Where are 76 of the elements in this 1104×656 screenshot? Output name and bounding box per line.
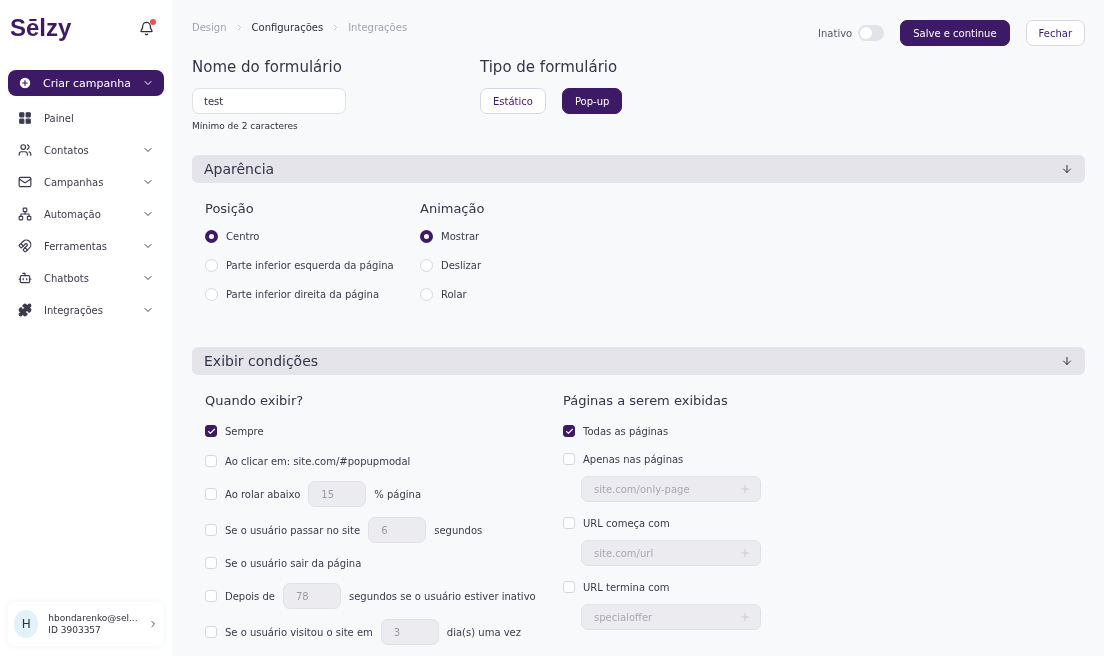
option-label: Centro — [226, 231, 260, 242]
type-option[interactable]: Pop-up — [561, 88, 623, 114]
option-label: Todas as páginas — [583, 425, 669, 437]
radio-option[interactable]: Centro — [205, 222, 420, 251]
option-label: Parte inferior esquerda da página — [226, 260, 394, 271]
name-field[interactable]: test — [192, 88, 346, 114]
option-label: segundos — [434, 524, 483, 536]
hierarchy-icon — [18, 207, 32, 221]
radio-option[interactable]: Rolar — [420, 280, 620, 309]
option-label: Deslizar — [441, 260, 482, 271]
option-label: Ao clicar em: site.com/#popupmodal — [225, 455, 411, 467]
group-title: Animação — [420, 201, 486, 216]
nav-item[interactable]: Ferramentas — [8, 230, 164, 262]
section-title: Nome do formulário — [192, 58, 343, 76]
save-button[interactable]: Salve e continue — [900, 20, 1010, 46]
url-field[interactable]: site.com/only-page — [581, 476, 761, 502]
url-field[interactable]: site.com/url — [581, 540, 761, 566]
user-card[interactable]: H hbondarenko@sel... ID 3903357 — [8, 602, 164, 646]
nav-item[interactable]: Automação — [8, 198, 164, 230]
checkbox[interactable] — [205, 425, 217, 437]
create-campaign-button[interactable]: Criar campanha — [8, 70, 164, 96]
accordion-header[interactable]: Aparência — [192, 155, 1085, 183]
puzzle-icon — [18, 303, 32, 317]
nav-item[interactable]: Integrações — [8, 294, 164, 326]
option-label: Se o usuário passar no site — [225, 524, 361, 536]
nav-item[interactable]: Contatos — [8, 134, 164, 166]
toggle-switch[interactable] — [858, 25, 885, 41]
url-field[interactable]: specialoffer — [581, 604, 761, 630]
avatar: H — [14, 610, 39, 638]
radio-option[interactable]: Deslizar — [420, 251, 620, 280]
nav-item[interactable]: Painel — [8, 102, 164, 134]
radio-option[interactable]: Parte inferior esquerda da página — [205, 251, 420, 280]
radio-option[interactable]: Mostrar — [420, 222, 620, 251]
robot-icon — [18, 271, 32, 285]
radio-button[interactable] — [205, 230, 218, 243]
section-title: Tipo de formulário — [480, 58, 619, 76]
type-option[interactable]: Estático — [480, 88, 546, 114]
grid-icon — [18, 111, 32, 125]
radio-button[interactable] — [420, 230, 433, 243]
option-label: % página — [374, 488, 422, 500]
option-label: Se o usuário visitou o site em — [225, 626, 373, 638]
group-title: Quando exibir? — [205, 393, 305, 408]
status-label: Inativo — [818, 27, 853, 39]
option-label: Apenas nas páginas — [583, 453, 684, 465]
logo: Sēlzy — [10, 14, 72, 42]
close-button[interactable]: Fechar — [1025, 20, 1085, 46]
option-label: Sempre — [225, 425, 264, 437]
option-label: dia(s) uma vez — [446, 626, 521, 638]
plus-icon[interactable] — [739, 547, 751, 559]
option-label: Mostrar — [441, 231, 480, 242]
option-label: Rolar — [441, 289, 467, 300]
nav-item[interactable]: Campanhas — [8, 166, 164, 198]
group-title: Páginas a serem exibidas — [563, 393, 729, 408]
bell-icon[interactable] — [139, 20, 154, 36]
plus-icon[interactable] — [739, 611, 751, 623]
option-label: Parte inferior direita da página — [226, 289, 380, 300]
option-label: Se o usuário sair da página — [225, 557, 362, 569]
option-label: Ao rolar abaixo — [225, 488, 301, 500]
nav-item[interactable]: Chatbots — [8, 262, 164, 294]
breadcrumb-link[interactable]: Configurações — [251, 22, 324, 33]
people-icon — [18, 143, 32, 157]
envelope-icon — [18, 175, 32, 189]
plus-icon — [18, 76, 32, 90]
plus-icon[interactable] — [739, 483, 751, 495]
option-label: Depois de — [225, 590, 275, 602]
accordion-header[interactable]: Exibir condições — [192, 347, 1085, 375]
option-label: URL começa com — [583, 517, 670, 529]
user-id: ID 3903357 — [48, 625, 102, 635]
magnet-icon — [18, 239, 32, 253]
option-label: segundos se o usuário estiver inativo — [349, 590, 536, 602]
group-title: Posição — [205, 201, 255, 216]
option-label: URL termina com — [583, 581, 670, 593]
checkbox[interactable] — [563, 425, 575, 437]
radio-option[interactable]: Parte inferior direita da página — [205, 280, 420, 309]
user-email: hbondarenko@sel... — [48, 613, 138, 623]
hint-text: Mínimo de 2 caracteres — [192, 121, 299, 131]
